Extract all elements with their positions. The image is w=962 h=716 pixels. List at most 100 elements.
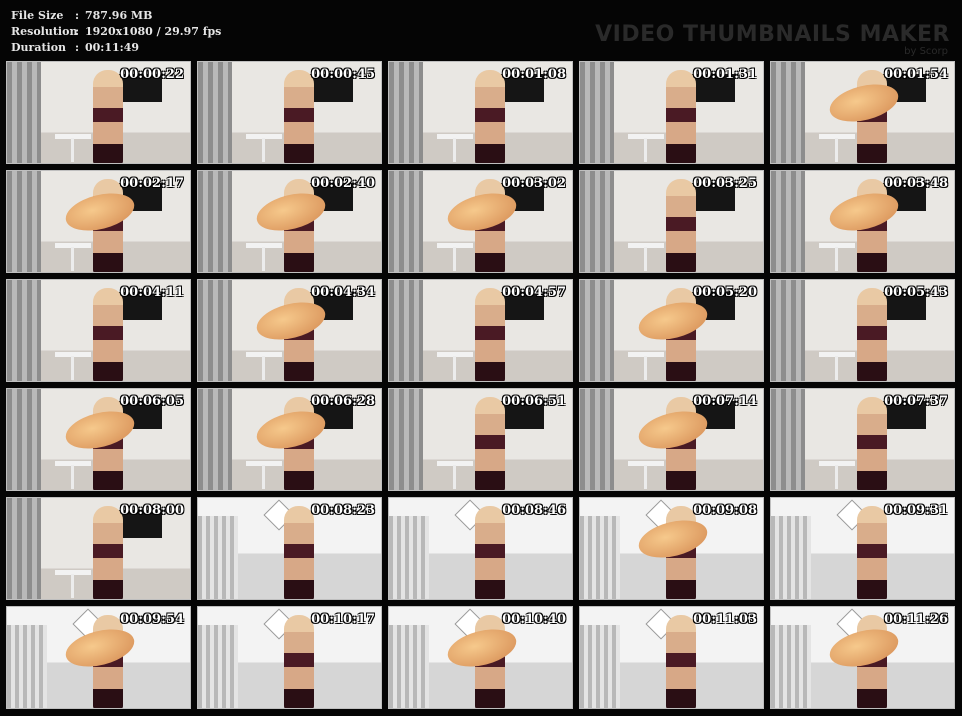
video-thumbnail[interactable]: 00:10:17 xyxy=(197,606,382,709)
video-thumbnail[interactable]: 00:08:00 xyxy=(6,497,191,600)
person-shape xyxy=(475,506,505,599)
timestamp-label: 00:09:08 xyxy=(693,503,757,518)
video-thumbnail[interactable]: 00:02:17 xyxy=(6,170,191,273)
video-thumbnail[interactable]: 00:04:34 xyxy=(197,279,382,382)
curtain-shape xyxy=(389,389,423,490)
video-thumbnail[interactable]: 00:01:08 xyxy=(388,61,573,164)
curtain-shape xyxy=(389,171,423,272)
person-shape xyxy=(666,179,696,272)
timestamp-label: 00:01:08 xyxy=(502,67,566,82)
person-shape xyxy=(857,506,887,599)
timestamp-label: 00:05:20 xyxy=(693,285,757,300)
timestamp-label: 00:10:40 xyxy=(502,612,566,627)
person-shape xyxy=(284,615,314,708)
curtain-shape xyxy=(7,62,41,163)
table-leg-shape xyxy=(644,356,647,380)
video-thumbnail[interactable]: 00:05:20 xyxy=(579,279,764,382)
person-shape xyxy=(93,506,123,599)
timestamp-label: 00:09:54 xyxy=(120,612,184,627)
video-thumbnail[interactable]: 00:00:45 xyxy=(197,61,382,164)
window-shape xyxy=(7,625,47,708)
table-leg-shape xyxy=(262,356,265,380)
video-thumbnail[interactable]: 00:04:57 xyxy=(388,279,573,382)
video-thumbnail[interactable]: 00:02:40 xyxy=(197,170,382,273)
table-leg-shape xyxy=(644,465,647,489)
timestamp-label: 00:10:17 xyxy=(311,612,375,627)
video-thumbnail[interactable]: 00:08:46 xyxy=(388,497,573,600)
video-thumbnail[interactable]: 00:09:08 xyxy=(579,497,764,600)
video-thumbnail[interactable]: 00:01:31 xyxy=(579,61,764,164)
curtain-shape xyxy=(771,171,805,272)
video-thumbnail[interactable]: 00:04:11 xyxy=(6,279,191,382)
video-thumbnail[interactable]: 00:11:26 xyxy=(770,606,955,709)
video-thumbnail[interactable]: 00:08:23 xyxy=(197,497,382,600)
timestamp-label: 00:07:14 xyxy=(693,394,757,409)
table-leg-shape xyxy=(835,138,838,162)
video-thumbnail[interactable]: 00:06:05 xyxy=(6,388,191,491)
video-thumbnail[interactable]: 00:07:14 xyxy=(579,388,764,491)
timestamp-label: 00:06:51 xyxy=(502,394,566,409)
curtain-shape xyxy=(198,389,232,490)
curtain-shape xyxy=(389,62,423,163)
curtain-shape xyxy=(7,280,41,381)
timestamp-label: 00:07:37 xyxy=(884,394,948,409)
curtain-shape xyxy=(198,280,232,381)
table-leg-shape xyxy=(644,138,647,162)
video-thumbnail[interactable]: 00:03:48 xyxy=(770,170,955,273)
timestamp-label: 00:06:05 xyxy=(120,394,184,409)
person-shape xyxy=(284,70,314,163)
person-shape xyxy=(666,70,696,163)
person-shape xyxy=(284,506,314,599)
curtain-shape xyxy=(389,280,423,381)
curtain-shape xyxy=(771,280,805,381)
video-thumbnail[interactable]: 00:06:28 xyxy=(197,388,382,491)
timestamp-label: 00:03:25 xyxy=(693,176,757,191)
thumbnail-grid: 00:00:22 00:00:45 00:01:08 00:01:31 00:01:54… xyxy=(0,0,962,716)
video-thumbnail[interactable]: 00:09:54 xyxy=(6,606,191,709)
timestamp-label: 00:02:40 xyxy=(311,176,375,191)
curtain-shape xyxy=(198,171,232,272)
timestamp-label: 00:09:31 xyxy=(884,503,948,518)
curtain-shape xyxy=(7,389,41,490)
timestamp-label: 00:01:31 xyxy=(693,67,757,82)
window-shape xyxy=(389,625,429,708)
video-thumbnail[interactable]: 00:03:02 xyxy=(388,170,573,273)
video-thumbnail[interactable]: 00:05:43 xyxy=(770,279,955,382)
person-shape xyxy=(857,397,887,490)
curtain-shape xyxy=(580,280,614,381)
curtain-shape xyxy=(771,62,805,163)
video-thumbnail[interactable]: 00:09:31 xyxy=(770,497,955,600)
person-shape xyxy=(93,288,123,381)
video-thumbnail[interactable]: 00:10:40 xyxy=(388,606,573,709)
video-thumbnail[interactable]: 00:00:22 xyxy=(6,61,191,164)
window-shape xyxy=(580,625,620,708)
timestamp-label: 00:02:17 xyxy=(120,176,184,191)
video-thumbnail[interactable]: 00:07:37 xyxy=(770,388,955,491)
table-leg-shape xyxy=(71,574,74,598)
timestamp-label: 00:00:22 xyxy=(120,67,184,82)
timestamp-label: 00:08:23 xyxy=(311,503,375,518)
timestamp-label: 00:04:34 xyxy=(311,285,375,300)
table-leg-shape xyxy=(835,356,838,380)
table-leg-shape xyxy=(644,247,647,271)
person-shape xyxy=(475,288,505,381)
curtain-shape xyxy=(580,171,614,272)
window-shape xyxy=(198,625,238,708)
curtain-shape xyxy=(580,62,614,163)
person-shape xyxy=(857,288,887,381)
timestamp-label: 00:11:03 xyxy=(693,612,757,627)
timestamp-label: 00:11:26 xyxy=(884,612,948,627)
timestamp-label: 00:01:54 xyxy=(884,67,948,82)
video-thumbnail[interactable]: 00:03:25 xyxy=(579,170,764,273)
person-shape xyxy=(475,397,505,490)
video-thumbnail[interactable]: 00:01:54 xyxy=(770,61,955,164)
curtain-shape xyxy=(198,62,232,163)
table-leg-shape xyxy=(453,138,456,162)
timestamp-label: 00:03:48 xyxy=(884,176,948,191)
table-leg-shape xyxy=(262,465,265,489)
table-leg-shape xyxy=(835,247,838,271)
video-thumbnail[interactable]: 00:11:03 xyxy=(579,606,764,709)
timestamp-label: 00:00:45 xyxy=(311,67,375,82)
video-thumbnail[interactable]: 00:06:51 xyxy=(388,388,573,491)
table-leg-shape xyxy=(835,465,838,489)
